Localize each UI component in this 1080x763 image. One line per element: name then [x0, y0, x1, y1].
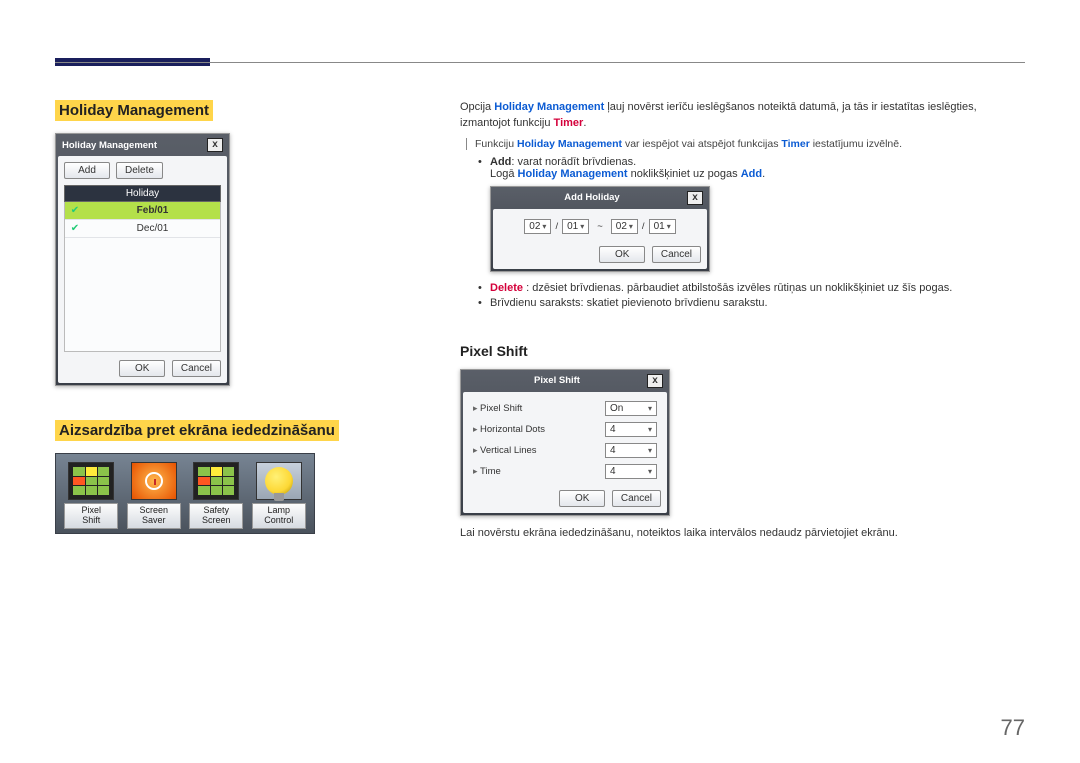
pixel-shift-icon — [68, 462, 114, 500]
pixel-shift-item[interactable]: Pixel Shift — [62, 462, 121, 529]
lamp-control-item[interactable]: Lamp Control — [250, 462, 309, 529]
icon-caption: Pixel Shift — [64, 503, 118, 529]
hm-note: Funkciju Holiday Management var iespējot… — [466, 138, 1025, 150]
screen-burn-icon-group: Pixel Shift Screen Saver Safety Screen L… — [55, 453, 315, 534]
ok-button[interactable]: OK — [119, 360, 165, 377]
add-button[interactable]: Add — [64, 162, 110, 179]
screen-saver-icon — [131, 462, 177, 500]
pixel-shift-dialog: Pixel Shift x Pixel Shift On Horizontal … — [460, 369, 670, 516]
month-end-select[interactable]: 02 — [611, 219, 638, 234]
cancel-button[interactable]: Cancel — [652, 246, 701, 263]
lamp-control-icon — [256, 462, 302, 500]
range-separator: ~ — [593, 221, 607, 232]
day-end-select[interactable]: 01 — [649, 219, 676, 234]
ok-button[interactable]: OK — [559, 490, 605, 507]
bullet-add: Add: varat norādīt brīvdienas. Logā Holi… — [478, 156, 1025, 272]
safety-screen-item[interactable]: Safety Screen — [187, 462, 246, 529]
pixel-shift-select[interactable]: On — [605, 401, 657, 416]
holiday-management-dialog: Holiday Management x Add Delete Holiday … — [55, 133, 230, 386]
close-icon[interactable]: x — [647, 374, 663, 388]
day-start-select[interactable]: 01 — [562, 219, 589, 234]
icon-caption: Lamp Control — [252, 503, 306, 529]
close-icon[interactable]: x — [207, 138, 223, 152]
list-item[interactable]: ✔ Feb/01 — [65, 202, 220, 220]
ok-button[interactable]: OK — [599, 246, 645, 263]
time-row: Time 4 — [469, 461, 661, 482]
page-number: 77 — [1001, 715, 1025, 741]
horizontal-dots-row: Horizontal Dots 4 — [469, 419, 661, 440]
header-rule — [55, 62, 1025, 63]
vertical-lines-select[interactable]: 4 — [605, 443, 657, 458]
check-icon[interactable]: ✔ — [65, 205, 85, 216]
hm-description: Opcija Holiday Management ļauj novērst i… — [460, 100, 1025, 132]
cancel-button[interactable]: Cancel — [612, 490, 661, 507]
horizontal-dots-select[interactable]: 4 — [605, 422, 657, 437]
pixel-shift-description: Lai novērstu ekrāna iededzināšanu, notei… — [460, 526, 1025, 542]
delete-button[interactable]: Delete — [116, 162, 163, 179]
screen-saver-item[interactable]: Screen Saver — [125, 462, 184, 529]
dialog-title: Add Holiday — [497, 192, 687, 203]
heading-holiday-management: Holiday Management — [55, 100, 213, 121]
dialog-title: Holiday Management — [62, 140, 157, 151]
heading-pixel-shift: Pixel Shift — [460, 343, 1025, 359]
close-icon[interactable]: x — [687, 191, 703, 205]
dialog-title: Pixel Shift — [467, 375, 647, 386]
holiday-list: ✔ Feb/01 ✔ Dec/01 — [64, 202, 221, 352]
bullet-delete: Delete : dzēsiet brīvdienas. pārbaudiet … — [478, 282, 1025, 294]
add-holiday-dialog: Add Holiday x 02 / 01 ~ 02 / 01 — [490, 186, 710, 272]
icon-caption: Safety Screen — [189, 503, 243, 529]
bullet-list: Brīvdienu saraksts: skatiet pievienoto b… — [478, 297, 1025, 309]
time-select[interactable]: 4 — [605, 464, 657, 479]
heading-screen-burn: Aizsardzība pret ekrāna iededzināšanu — [55, 420, 339, 441]
holiday-column-header: Holiday — [64, 185, 221, 202]
safety-screen-icon — [193, 462, 239, 500]
vertical-lines-row: Vertical Lines 4 — [469, 440, 661, 461]
list-item[interactable]: ✔ Dec/01 — [65, 220, 220, 238]
cancel-button[interactable]: Cancel — [172, 360, 221, 377]
pixel-shift-row: Pixel Shift On — [469, 398, 661, 419]
month-start-select[interactable]: 02 — [524, 219, 551, 234]
icon-caption: Screen Saver — [127, 503, 181, 529]
check-icon[interactable]: ✔ — [65, 223, 85, 234]
